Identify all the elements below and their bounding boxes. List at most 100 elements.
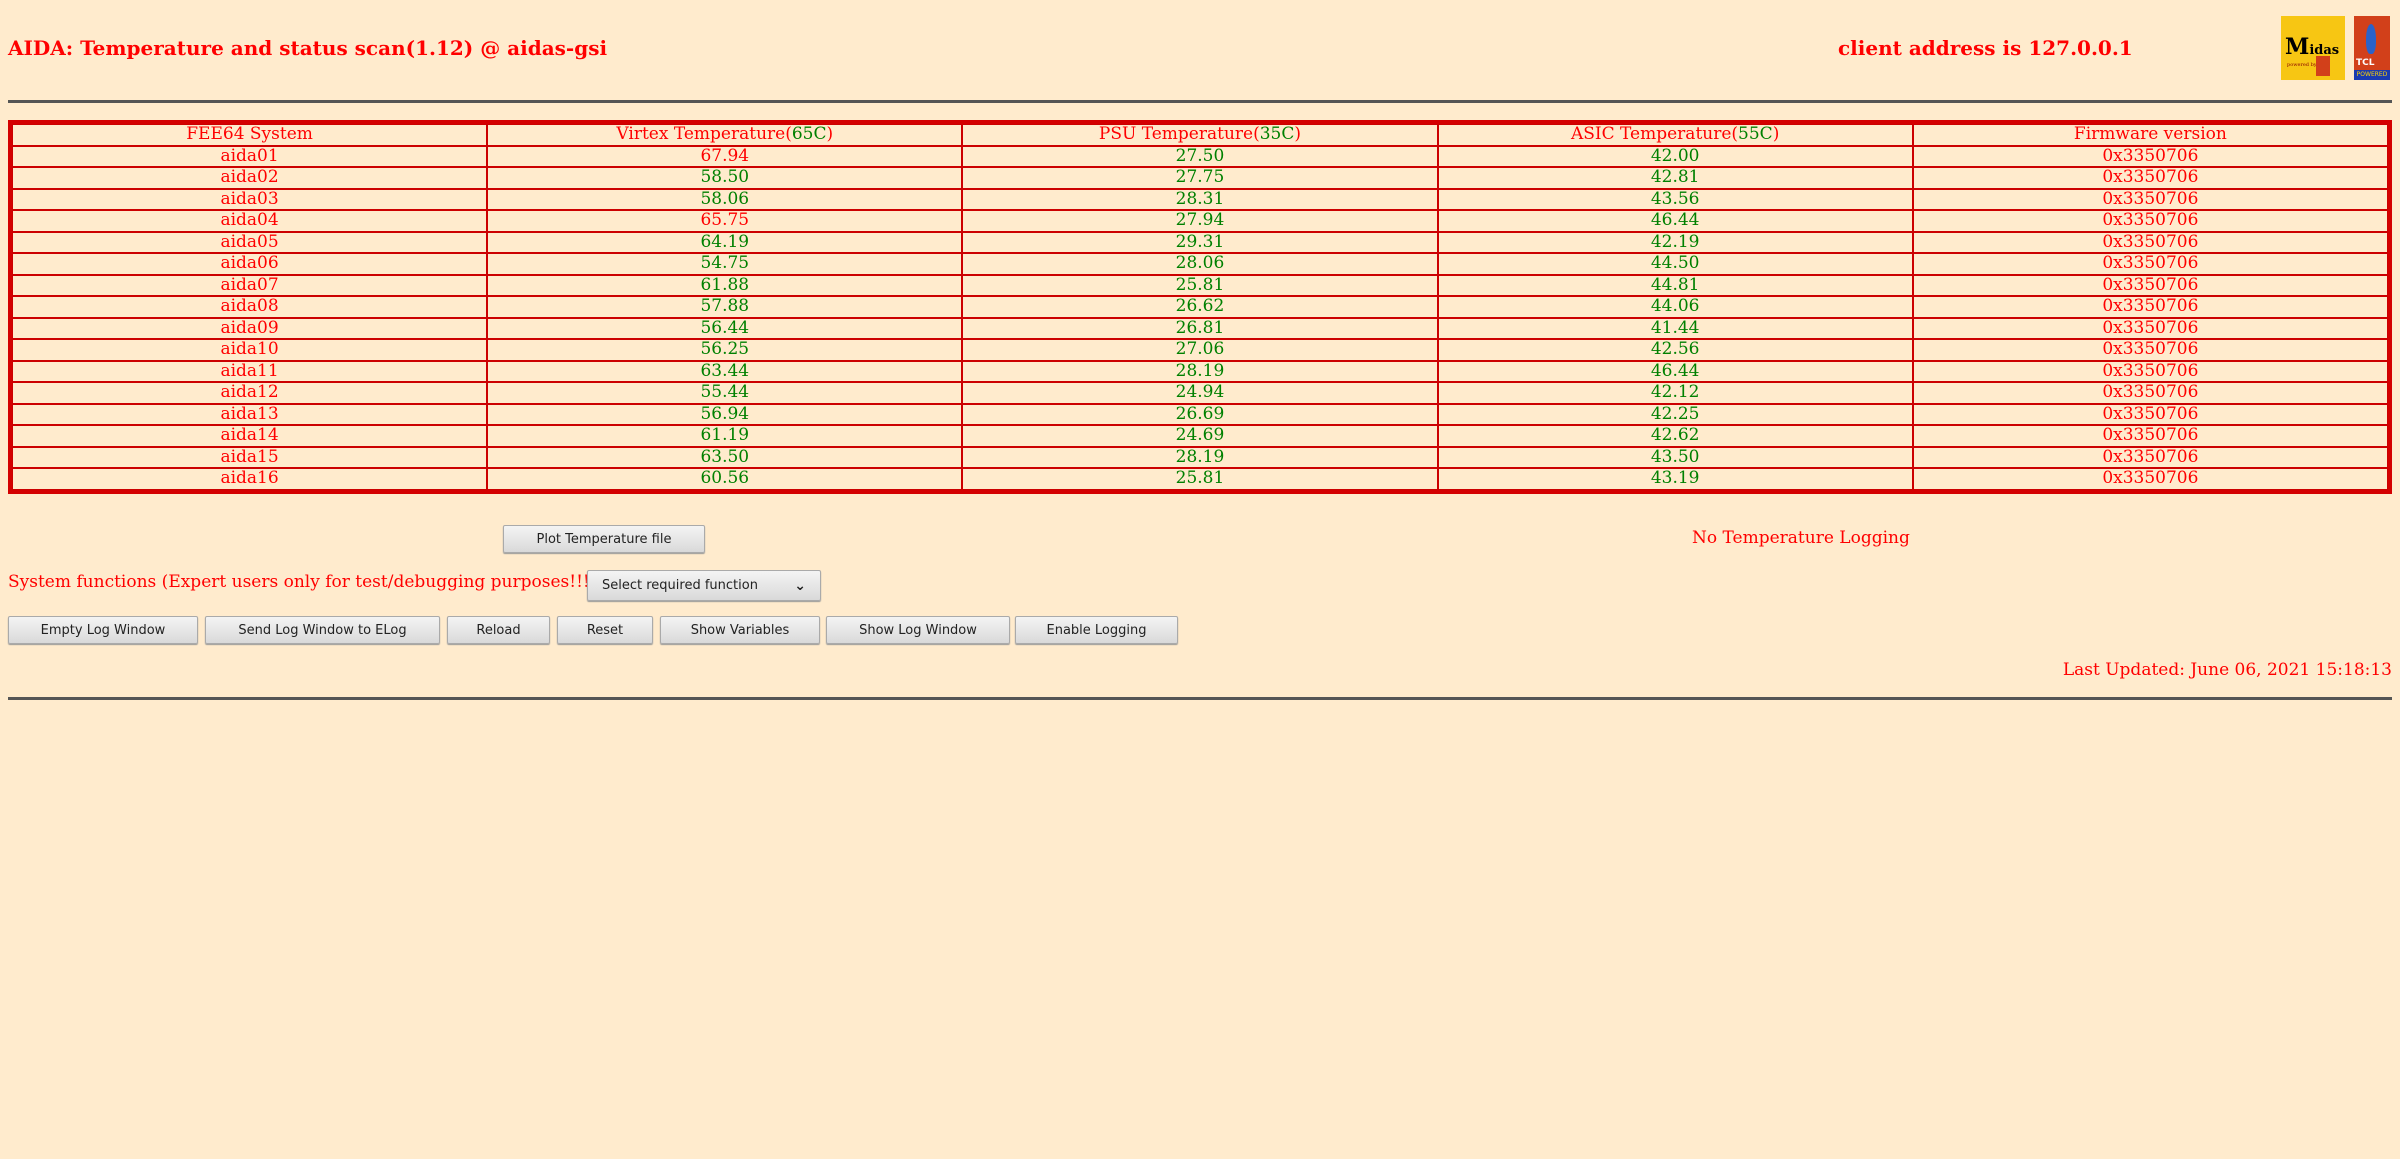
- divider-bottom: [8, 697, 2392, 700]
- system-cell: aida14: [12, 425, 488, 447]
- asic-temp-cell: 43.50: [1437, 446, 1913, 468]
- table-row: aida01 67.94 27.50 42.00 0x3350706: [12, 145, 2388, 167]
- firmware-cell: 0x3350706: [1912, 339, 2388, 361]
- psu-temp-cell: 25.81: [962, 274, 1438, 296]
- reload-button[interactable]: Reload: [447, 616, 550, 644]
- system-cell: aida09: [12, 317, 488, 339]
- system-cell: aida08: [12, 296, 488, 318]
- table-row: aida02 58.50 27.75 42.81 0x3350706: [12, 167, 2388, 189]
- psu-temp-cell: 25.81: [962, 468, 1438, 490]
- system-cell: aida05: [12, 231, 488, 253]
- table-row: aida05 64.19 29.31 42.19 0x3350706: [12, 231, 2388, 253]
- firmware-cell: 0x3350706: [1912, 425, 2388, 447]
- asic-temp-cell: 42.00: [1437, 145, 1913, 167]
- psu-temp-cell: 27.06: [962, 339, 1438, 361]
- virtex-temp-cell: 58.06: [487, 188, 963, 210]
- table-row: aida14 61.19 24.69 42.62 0x3350706: [12, 425, 2388, 447]
- system-cell: aida15: [12, 446, 488, 468]
- asic-temp-cell: 43.19: [1437, 468, 1913, 490]
- firmware-cell: 0x3350706: [1912, 188, 2388, 210]
- firmware-cell: 0x3350706: [1912, 360, 2388, 382]
- virtex-temp-cell: 56.25: [487, 339, 963, 361]
- show-log-window-button[interactable]: Show Log Window: [826, 616, 1010, 644]
- table-row: aida06 54.75 28.06 44.50 0x3350706: [12, 253, 2388, 275]
- col-header-virtex: Virtex Temperature(65C): [487, 124, 963, 146]
- asic-temp-cell: 42.56: [1437, 339, 1913, 361]
- firmware-cell: 0x3350706: [1912, 210, 2388, 232]
- firmware-cell: 0x3350706: [1912, 403, 2388, 425]
- psu-temp-cell: 24.69: [962, 425, 1438, 447]
- psu-temp-cell: 24.94: [962, 382, 1438, 404]
- virtex-temp-cell: 61.19: [487, 425, 963, 447]
- asic-temp-cell: 42.62: [1437, 425, 1913, 447]
- virtex-temp-cell: 64.19: [487, 231, 963, 253]
- virtex-temp-cell: 63.50: [487, 446, 963, 468]
- function-select[interactable]: Select required function ⌄: [587, 570, 821, 601]
- col-header-psu: PSU Temperature(35C): [962, 124, 1438, 146]
- asic-temp-cell: 44.06: [1437, 296, 1913, 318]
- system-cell: aida13: [12, 403, 488, 425]
- send-log-to-elog-button[interactable]: Send Log Window to ELog: [205, 616, 440, 644]
- firmware-cell: 0x3350706: [1912, 231, 2388, 253]
- virtex-temp-cell: 56.44: [487, 317, 963, 339]
- asic-temp-cell: 41.44: [1437, 317, 1913, 339]
- firmware-cell: 0x3350706: [1912, 446, 2388, 468]
- firmware-cell: 0x3350706: [1912, 382, 2388, 404]
- enable-logging-button[interactable]: Enable Logging: [1015, 616, 1178, 644]
- psu-temp-cell: 28.19: [962, 360, 1438, 382]
- reset-button[interactable]: Reset: [557, 616, 653, 644]
- firmware-cell: 0x3350706: [1912, 274, 2388, 296]
- psu-temp-cell: 28.31: [962, 188, 1438, 210]
- system-cell: aida03: [12, 188, 488, 210]
- psu-temp-cell: 27.75: [962, 167, 1438, 189]
- system-functions-label: System functions (Expert users only for …: [8, 572, 597, 592]
- system-cell: aida01: [12, 145, 488, 167]
- asic-temp-cell: 43.56: [1437, 188, 1913, 210]
- firmware-cell: 0x3350706: [1912, 317, 2388, 339]
- plot-temperature-button[interactable]: Plot Temperature file: [503, 525, 705, 553]
- col-header-firmware: Firmware version: [1912, 124, 2388, 146]
- table-header-row: FEE64 System Virtex Temperature(65C) PSU…: [12, 124, 2388, 146]
- firmware-cell: 0x3350706: [1912, 253, 2388, 275]
- page-title: AIDA: Temperature and status scan(1.12) …: [8, 36, 608, 60]
- system-cell: aida12: [12, 382, 488, 404]
- psu-temp-cell: 26.81: [962, 317, 1438, 339]
- system-cell: aida16: [12, 468, 488, 490]
- asic-temp-cell: 42.81: [1437, 167, 1913, 189]
- midas-logo: Midas powered by: [2281, 16, 2345, 80]
- virtex-temp-cell: 55.44: [487, 382, 963, 404]
- client-address: client address is 127.0.0.1: [1838, 36, 2133, 60]
- table-row: aida15 63.50 28.19 43.50 0x3350706: [12, 446, 2388, 468]
- psu-temp-cell: 27.94: [962, 210, 1438, 232]
- psu-temp-cell: 28.06: [962, 253, 1438, 275]
- virtex-temp-cell: 65.75: [487, 210, 963, 232]
- table-row: aida07 61.88 25.81 44.81 0x3350706: [12, 274, 2388, 296]
- col-header-asic: ASIC Temperature(55C): [1437, 124, 1913, 146]
- table-row: aida03 58.06 28.31 43.56 0x3350706: [12, 188, 2388, 210]
- show-variables-button[interactable]: Show Variables: [660, 616, 820, 644]
- chevron-down-icon: ⌄: [794, 577, 806, 594]
- table-row: aida10 56.25 27.06 42.56 0x3350706: [12, 339, 2388, 361]
- psu-temp-cell: 27.50: [962, 145, 1438, 167]
- table-row: aida12 55.44 24.94 42.12 0x3350706: [12, 382, 2388, 404]
- temperature-table: FEE64 System Virtex Temperature(65C) PSU…: [8, 120, 2392, 494]
- table-row: aida13 56.94 26.69 42.25 0x3350706: [12, 403, 2388, 425]
- firmware-cell: 0x3350706: [1912, 145, 2388, 167]
- virtex-temp-cell: 60.56: [487, 468, 963, 490]
- virtex-temp-cell: 57.88: [487, 296, 963, 318]
- system-cell: aida07: [12, 274, 488, 296]
- virtex-temp-cell: 67.94: [487, 145, 963, 167]
- table-row: aida09 56.44 26.81 41.44 0x3350706: [12, 317, 2388, 339]
- empty-log-window-button[interactable]: Empty Log Window: [8, 616, 198, 644]
- system-cell: aida04: [12, 210, 488, 232]
- tcl-powered-logo: TCL POWERED: [2354, 16, 2390, 80]
- asic-temp-cell: 44.50: [1437, 253, 1913, 275]
- virtex-temp-cell: 54.75: [487, 253, 963, 275]
- asic-temp-cell: 42.12: [1437, 382, 1913, 404]
- system-cell: aida02: [12, 167, 488, 189]
- psu-temp-cell: 26.62: [962, 296, 1438, 318]
- psu-temp-cell: 26.69: [962, 403, 1438, 425]
- system-cell: aida11: [12, 360, 488, 382]
- virtex-temp-cell: 58.50: [487, 167, 963, 189]
- logging-status: No Temperature Logging: [1692, 528, 1910, 548]
